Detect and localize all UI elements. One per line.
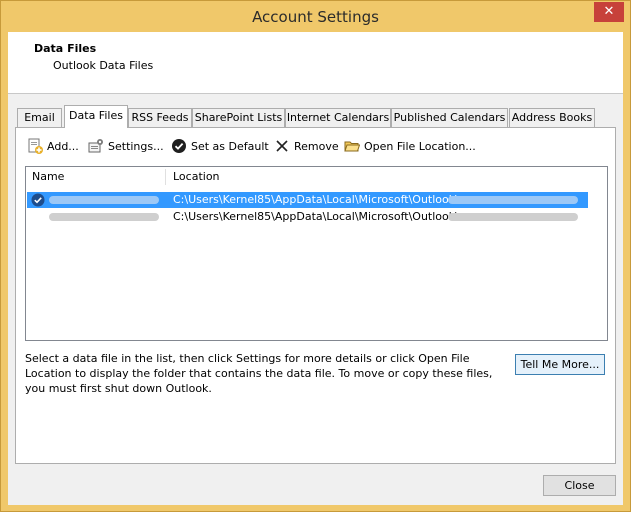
blurred-account-name (49, 213, 159, 221)
account-settings-window: Account Settings ✕ Data Files Outlook Da… (0, 0, 631, 512)
remove-button[interactable]: Remove (274, 138, 339, 156)
tab-rss-feeds[interactable]: RSS Feeds (128, 108, 192, 127)
add-label: Add... (47, 140, 79, 153)
set-as-default-label: Set as Default (191, 140, 269, 153)
tab-published-calendars[interactable]: Published Calendars (391, 108, 508, 127)
data-files-list[interactable]: Name Location C:\Users\Kernel85\AppData\… (25, 166, 608, 341)
folder-icon (344, 138, 361, 154)
header-title: Data Files (34, 42, 97, 55)
dialog-client-area: Data Files Outlook Data Files Email Data… (8, 32, 623, 505)
list-item[interactable]: C:\Users\Kernel85\AppData\Local\Microsof… (27, 209, 588, 225)
header-subtitle: Outlook Data Files (53, 59, 154, 72)
tab-email[interactable]: Email (17, 108, 62, 127)
title-bar: Account Settings ✕ (1, 1, 630, 33)
checkmark-circle-icon (171, 138, 187, 154)
blurred-file-name (448, 213, 578, 221)
window-title: Account Settings (252, 8, 379, 26)
blurred-account-name (49, 196, 159, 204)
settings-button[interactable]: Settings... (88, 138, 164, 156)
set-as-default-button[interactable]: Set as Default (171, 138, 269, 156)
default-check-icon (31, 193, 45, 207)
open-file-location-button[interactable]: Open File Location... (344, 138, 476, 156)
add-button[interactable]: Add... (27, 138, 79, 156)
tab-sharepoint-lists[interactable]: SharePoint Lists (192, 108, 285, 127)
column-header-name[interactable]: Name (32, 167, 64, 187)
blurred-file-name (448, 196, 578, 204)
window-close-button[interactable]: ✕ (594, 2, 624, 22)
remove-label: Remove (294, 140, 339, 153)
tab-address-books[interactable]: Address Books (509, 108, 595, 127)
add-file-icon (27, 138, 43, 154)
column-header-location[interactable]: Location (173, 167, 220, 187)
tab-data-files[interactable]: Data Files (64, 105, 128, 128)
list-item[interactable]: C:\Users\Kernel85\AppData\Local\Microsof… (27, 192, 588, 208)
column-divider (165, 169, 166, 185)
row-location: C:\Users\Kernel85\AppData\Local\Microsof… (173, 193, 459, 206)
help-text: Select a data file in the list, then cli… (25, 352, 493, 395)
dialog-header: Data Files Outlook Data Files (8, 32, 623, 94)
close-button[interactable]: Close (543, 475, 616, 496)
settings-icon (88, 138, 104, 154)
data-files-panel: Add... Settings... Set as Default Remove (15, 127, 616, 464)
tell-me-more-button[interactable]: Tell Me More... (515, 354, 605, 375)
remove-x-icon (274, 138, 290, 154)
tab-internet-calendars[interactable]: Internet Calendars (285, 108, 391, 127)
row-location: C:\Users\Kernel85\AppData\Local\Microsof… (173, 210, 459, 223)
open-file-location-label: Open File Location... (364, 140, 476, 153)
settings-label: Settings... (108, 140, 164, 153)
